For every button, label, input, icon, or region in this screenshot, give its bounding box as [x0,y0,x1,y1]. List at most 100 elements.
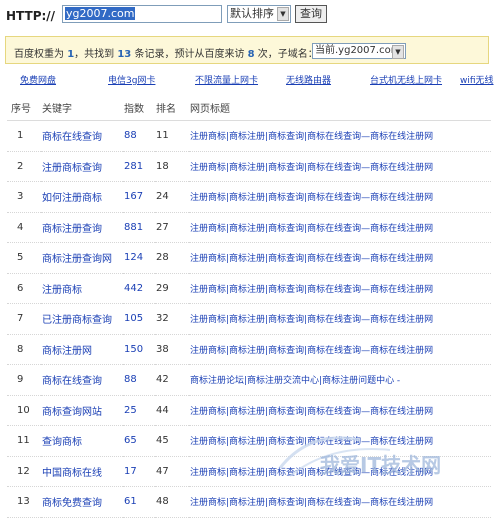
row-index[interactable]: 881 [123,212,155,243]
table-row: 13 商标免费查询 61 48 注册商标|商标注册|商标查询|商标在线查询—商标在线注册… [7,486,491,518]
row-number: 2 [7,151,41,182]
row-page-title[interactable]: 注册商标|商标注册|商标查询|商标在线查询—商标在线注册网 [189,334,491,365]
table-row: 9 商标在线查询 88 42 商标注册论坛|商标注册交流中心|商标注册问题中心 - [7,364,491,396]
row-number: 4 [7,212,41,243]
table-row: 3 如何注册商标 167 24 注册商标|商标注册|商标查询|商标在线查询—商标在线注册… [7,181,491,213]
row-keyword[interactable]: 商标注册查询网 [41,242,123,274]
row-page-title[interactable]: 注册商标|商标注册|商标查询|商标在线查询—商标在线注册网 [189,120,491,152]
visits-value: 8 [247,49,255,60]
column-header: 指数 [123,94,155,121]
row-index[interactable]: 281 [123,151,155,182]
row-rank: 38 [155,334,189,365]
http-label: HTTP:// [6,9,56,23]
row-index[interactable]: 88 [123,364,155,396]
column-header: 排名 [155,94,189,121]
found-suffix: 条记录，预计从百度来访 [134,49,245,60]
row-keyword[interactable]: 注册商标查询 [41,151,123,182]
row-rank: 28 [155,242,189,274]
found-prefix: ，共找到 [74,49,115,60]
url-input-value: yg2007.com [65,7,136,20]
subdomain-select-value: 当前.yg2007.com [315,45,401,56]
row-keyword[interactable]: 商标注册查询 [41,212,123,243]
row-page-title[interactable]: 注册商标|商标注册|商标查询|商标在线查询—商标在线注册网 [189,212,491,243]
row-rank: 42 [155,364,189,396]
row-page-title[interactable]: 注册商标|商标注册|商标查询|商标在线查询—商标在线注册网 [189,151,491,182]
ad-link[interactable]: 台式机无线上网卡 [370,73,442,86]
row-index[interactable]: 150 [123,334,155,365]
row-page-title[interactable]: 注册商标|商标注册|商标查询|商标在线查询—商标在线注册网 [189,273,491,304]
found-count: 13 [117,49,132,60]
table-row: 1 商标在线查询 88 11 注册商标|商标注册|商标查询|商标在线查询—商标在线注册网 [7,120,491,152]
row-number: 6 [7,273,41,304]
url-input[interactable]: yg2007.com [62,5,222,23]
row-rank: 47 [155,456,189,487]
row-page-title[interactable]: 注册商标|商标注册|商标查询|商标在线查询—商标在线注册网 [189,242,491,274]
row-number: 8 [7,334,41,365]
visits-suffix: 次，子域名： [257,49,318,60]
row-rank: 32 [155,303,189,335]
row-keyword[interactable]: 注册商标 [41,273,123,304]
row-keyword[interactable]: 商标免费查询 [41,486,123,518]
row-number: 10 [7,395,41,426]
row-index[interactable]: 25 [123,395,155,426]
info-bar: 百度权重为 1，共找到 13 条记录，预计从百度来访 8 次，子域名： 当前.y… [5,36,489,64]
table-row: 7 已注册商标查询 105 32 注册商标|商标注册|商标查询|商标在线查询—商标在线注… [7,303,491,335]
row-index[interactable]: 105 [123,303,155,335]
table-row: 5 商标注册查询网 124 28 注册商标|商标注册|商标查询|商标在线查询—商标在线注… [7,242,491,274]
row-index[interactable]: 167 [123,181,155,213]
ad-link[interactable]: 不限流量上网卡 [195,73,258,86]
column-header: 关键字 [41,94,123,121]
ad-link[interactable]: 电信3g网卡 [108,73,155,86]
chevron-down-icon[interactable]: ▼ [392,45,404,59]
row-rank: 11 [155,120,189,152]
row-rank: 18 [155,151,189,182]
row-index[interactable]: 65 [123,425,155,457]
row-page-title[interactable]: 注册商标|商标注册|商标查询|商标在线查询—商标在线注册网 [189,181,491,213]
row-index[interactable]: 17 [123,456,155,487]
row-rank: 48 [155,486,189,518]
row-rank: 24 [155,181,189,213]
query-button[interactable]: 查询 [295,5,327,23]
watermark-logo: 我爱IT技术网 [278,436,441,477]
row-keyword[interactable]: 商标在线查询 [41,364,123,396]
row-number: 1 [7,120,41,152]
row-index[interactable]: 442 [123,273,155,304]
row-number: 5 [7,242,41,274]
chevron-down-icon[interactable]: ▼ [277,7,289,21]
ad-link[interactable]: 无线路由器 [286,73,331,86]
ad-link[interactable]: wifi无线 [460,73,494,86]
row-rank: 27 [155,212,189,243]
row-keyword[interactable]: 查询商标 [41,425,123,457]
row-keyword[interactable]: 商标注册网 [41,334,123,365]
sort-select-value: 默认排序 [230,7,274,20]
row-keyword[interactable]: 商标查询网站 [41,395,123,426]
row-number: 7 [7,303,41,335]
row-keyword[interactable]: 如何注册商标 [41,181,123,213]
info-text: 百度权重为 1，共找到 13 条记录，预计从百度来访 8 次，子域名： [14,45,318,60]
watermark-text: 我爱IT技术网 [320,453,441,477]
row-number: 11 [7,425,41,457]
row-page-title[interactable]: 注册商标|商标注册|商标查询|商标在线查询—商标在线注册网 [189,486,491,518]
sort-select[interactable]: 默认排序 ▼ [227,5,291,23]
row-index[interactable]: 88 [123,120,155,152]
row-index[interactable]: 124 [123,242,155,274]
row-index[interactable]: 61 [123,486,155,518]
row-rank: 44 [155,395,189,426]
table-row: 8 商标注册网 150 38 注册商标|商标注册|商标查询|商标在线查询—商标在线注册网 [7,334,491,365]
table-row: 6 注册商标 442 29 注册商标|商标注册|商标查询|商标在线查询—商标在线注册网 [7,273,491,304]
row-keyword[interactable]: 中国商标在线 [41,456,123,487]
column-header: 网页标题 [189,94,491,121]
row-number: 3 [7,181,41,213]
row-rank: 29 [155,273,189,304]
row-number: 13 [7,486,41,518]
row-keyword[interactable]: 商标在线查询 [41,120,123,152]
row-keyword[interactable]: 已注册商标查询 [41,303,123,335]
weight-prefix: 百度权重为 [14,49,64,60]
column-header: 序号 [7,94,41,121]
row-page-title[interactable]: 注册商标|商标注册|商标查询|商标在线查询—商标在线注册网 [189,303,491,335]
table-row: 4 商标注册查询 881 27 注册商标|商标注册|商标查询|商标在线查询—商标在线注册… [7,212,491,243]
subdomain-select[interactable]: 当前.yg2007.com ▼ [312,43,406,59]
ad-link[interactable]: 免费网盘 [20,73,56,86]
row-rank: 45 [155,425,189,457]
row-page-title[interactable]: 商标注册论坛|商标注册交流中心|商标注册问题中心 - [189,364,491,396]
